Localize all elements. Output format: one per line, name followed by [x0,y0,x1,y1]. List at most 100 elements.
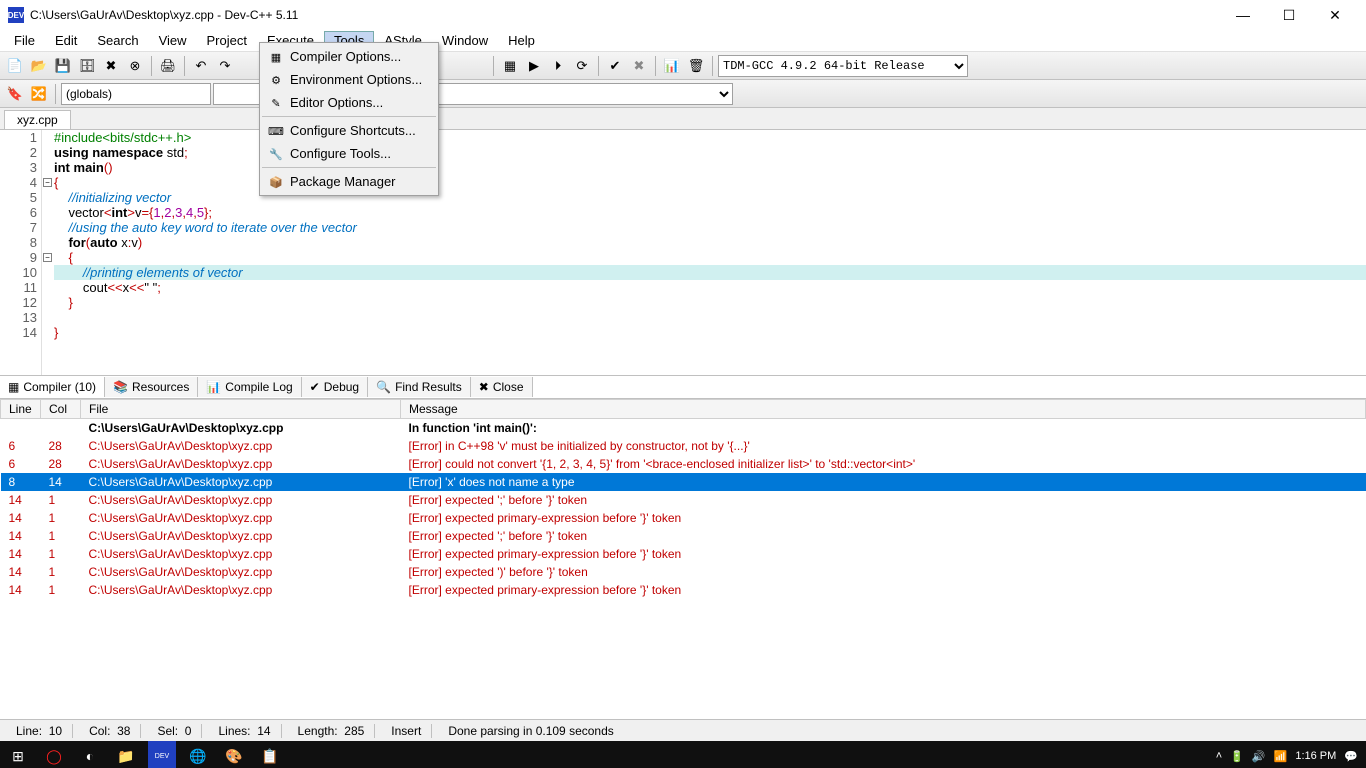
error-row[interactable]: 141C:\Users\GaUrAv\Desktop\xyz.cpp[Error… [1,527,1366,545]
tools-compiler-options-[interactable]: ▦Compiler Options... [262,45,436,68]
errtable-header[interactable]: Line [1,400,41,419]
tab-icon: ✖ [479,380,489,394]
panel-tab-resources[interactable]: 📚Resources [105,377,198,397]
tab-icon: 🔍 [376,380,391,394]
opera-icon[interactable]: ◯ [36,741,72,768]
battery-icon[interactable]: 🔋 [1230,750,1244,763]
error-row[interactable]: 141C:\Users\GaUrAv\Desktop\xyz.cpp[Error… [1,491,1366,509]
fold-toggle[interactable]: − [43,253,52,262]
save-icon[interactable]: 💾 [52,55,74,77]
tools-configure-tools-[interactable]: 🔧Configure Tools... [262,142,436,165]
close-button[interactable]: ✕ [1312,0,1358,30]
chevron-up-icon[interactable]: ˄ [1216,750,1222,762]
globals-select[interactable]: (globals) [61,83,211,105]
redo-icon[interactable]: ↷ [214,55,236,77]
code-editor[interactable]: 1234567891011121314 −− #include<bits/std… [0,130,1366,375]
paint-icon[interactable]: 🎨 [216,741,252,768]
menu-project[interactable]: Project [197,31,257,50]
delete-profile-icon[interactable]: 🗑 [685,55,707,77]
compile-icon[interactable]: ▦ [499,55,521,77]
file-tabbar: xyz.cpp [0,108,1366,130]
titlebar: DEV C:\Users\GaUrAv\Desktop\xyz.cpp - De… [0,0,1366,30]
toolbar-secondary: 🔖 🔀 (globals) [0,80,1366,108]
panel-tab-compiler-[interactable]: ▦Compiler (10) [0,377,105,397]
devcpp-icon[interactable]: DEV [148,741,176,768]
system-tray[interactable]: ˄ 🔋 🔊 📶 1:16 PM 💬 [1208,750,1366,763]
errtable-header[interactable]: File [81,400,401,419]
menu-item-icon: ⚙ [268,72,284,88]
menu-view[interactable]: View [149,31,197,50]
volume-icon[interactable]: 🔊 [1252,750,1266,763]
menu-item-icon: 📦 [268,174,284,190]
menu-file[interactable]: File [4,31,45,50]
tools-environment-options-[interactable]: ⚙Environment Options... [262,68,436,91]
tools-configure-shortcuts-[interactable]: ⌨Configure Shortcuts... [262,119,436,142]
error-row[interactable]: 814C:\Users\GaUrAv\Desktop\xyz.cpp[Error… [1,473,1366,491]
statusbar: Line: 10 Col: 38 Sel: 0 Lines: 14 Length… [0,719,1366,741]
separator [712,56,713,76]
tools-dropdown: ▦Compiler Options...⚙Environment Options… [259,42,439,196]
tools-editor-options-[interactable]: ✎Editor Options... [262,91,436,114]
closeall-icon[interactable]: ⊗ [124,55,146,77]
saveall-icon[interactable]: 🗄 [76,55,98,77]
goto-icon[interactable]: 🔖 [4,83,26,105]
app-icon[interactable]: 📋 [252,741,288,768]
menu-search[interactable]: Search [87,31,148,50]
notifications-icon[interactable]: 💬 [1344,750,1358,763]
errtable-header[interactable]: Col [41,400,81,419]
wifi-icon[interactable]: 📶 [1274,750,1288,763]
error-row[interactable]: 141C:\Users\GaUrAv\Desktop\xyz.cpp[Error… [1,563,1366,581]
clock[interactable]: 1:16 PM [1295,750,1336,762]
stop-icon[interactable]: ✖ [628,55,650,77]
rebuild-icon[interactable]: ⟳ [571,55,593,77]
start-icon[interactable]: ⊞ [0,741,36,768]
eclipse-icon[interactable]: ◐ [72,741,108,768]
error-row[interactable]: C:\Users\GaUrAv\Desktop\xyz.cppIn functi… [1,419,1366,438]
error-row[interactable]: 141C:\Users\GaUrAv\Desktop\xyz.cpp[Error… [1,545,1366,563]
error-row[interactable]: 141C:\Users\GaUrAv\Desktop\xyz.cpp[Error… [1,581,1366,599]
separator [655,56,656,76]
tools-package-manager[interactable]: 📦Package Manager [262,170,436,193]
profile-icon[interactable]: 📊 [661,55,683,77]
minimize-button[interactable]: — [1220,0,1266,30]
separator [598,56,599,76]
menu-help[interactable]: Help [498,31,545,50]
bottom-tabs: ▦Compiler (10)📚Resources📊Compile Log✔Deb… [0,375,1366,399]
maximize-button[interactable]: ☐ [1266,0,1312,30]
menu-edit[interactable]: Edit [45,31,87,50]
separator [493,56,494,76]
menu-item-icon: ⌨ [268,123,284,139]
panel-tab-debug[interactable]: ✔Debug [302,377,368,397]
explorer-icon[interactable]: 📁 [108,741,144,768]
chrome-icon[interactable]: 🌐 [180,741,216,768]
menu-item-icon: ▦ [268,49,284,65]
close-file-icon[interactable]: ✖ [100,55,122,77]
panel-tab-close[interactable]: ✖Close [471,377,533,397]
compiler-select[interactable]: TDM-GCC 4.9.2 64-bit Release [718,55,968,77]
fold-column[interactable]: −− [42,130,54,375]
toggle-icon[interactable]: 🔀 [28,83,50,105]
compile-run-icon[interactable]: ⏵ [547,55,569,77]
errtable-header[interactable]: Message [401,400,1366,419]
code-area[interactable]: #include<bits/stdc++.h>using namespace s… [54,130,1366,375]
run-icon[interactable]: ▶ [523,55,545,77]
toolbar-main: 📄 📂 💾 🗄 ✖ ⊗ 🖨 ↶ ↷ ▦ ▶ ⏵ ⟳ ✔ ✖ 📊 🗑 TDM-GC… [0,52,1366,80]
error-row[interactable]: 628C:\Users\GaUrAv\Desktop\xyz.cpp[Error… [1,437,1366,455]
fold-toggle[interactable]: − [43,178,52,187]
panel-tab-compile-log[interactable]: 📊Compile Log [198,377,301,397]
separator [55,84,56,104]
menu-separator [262,116,436,117]
panel-tab-find-results[interactable]: 🔍Find Results [368,377,471,397]
menu-item-icon: 🔧 [268,146,284,162]
menu-window[interactable]: Window [432,31,498,50]
open-icon[interactable]: 📂 [28,55,50,77]
undo-icon[interactable]: ↶ [190,55,212,77]
file-tab[interactable]: xyz.cpp [4,110,71,129]
windows-taskbar[interactable]: ⊞ ◯ ◐ 📁 DEV 🌐 🎨 📋 ˄ 🔋 🔊 📶 1:16 PM 💬 [0,741,1366,768]
new-file-icon[interactable]: 📄 [4,55,26,77]
debug-icon[interactable]: ✔ [604,55,626,77]
print-icon[interactable]: 🖨 [157,55,179,77]
compiler-output-table[interactable]: LineColFileMessage C:\Users\GaUrAv\Deskt… [0,399,1366,719]
error-row[interactable]: 141C:\Users\GaUrAv\Desktop\xyz.cpp[Error… [1,509,1366,527]
error-row[interactable]: 628C:\Users\GaUrAv\Desktop\xyz.cpp[Error… [1,455,1366,473]
